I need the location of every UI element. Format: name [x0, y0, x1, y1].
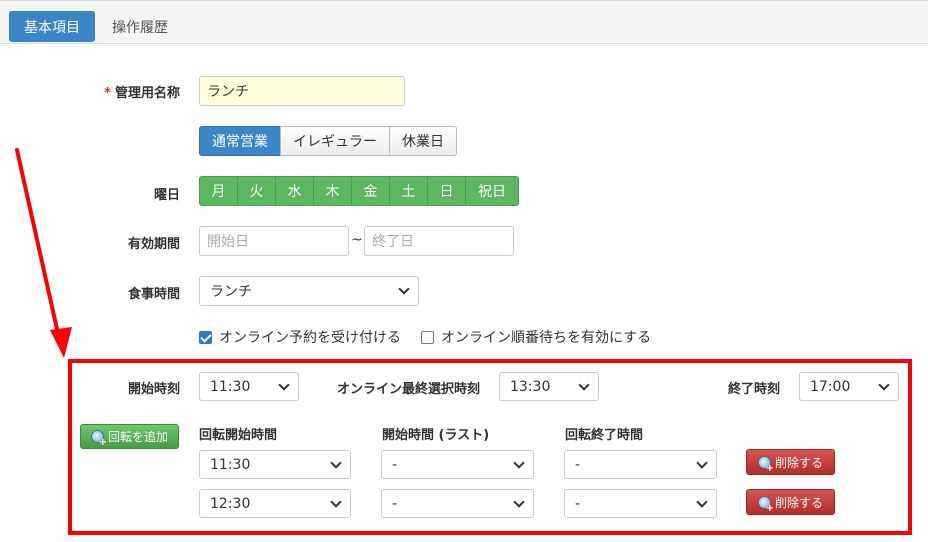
col-rotation-end: 回転終了時間: [565, 428, 644, 443]
rotation-start-value: 12:30: [210, 495, 251, 512]
start-time-value: 11:30: [210, 378, 251, 395]
chevron-down-icon: [330, 495, 342, 508]
rotation-start-value: 11:30: [210, 456, 251, 473]
online-last-value: 13:30: [510, 378, 551, 395]
delete-rotation-button[interactable]: 削除する: [746, 449, 835, 475]
rotation-last-value: -: [392, 456, 398, 473]
rotation-last-select[interactable]: -: [381, 489, 534, 518]
online-last-select[interactable]: 13:30: [499, 372, 599, 401]
rotation-last-select[interactable]: -: [381, 450, 534, 479]
delete-icon: [757, 495, 774, 514]
start-time-select[interactable]: 11:30: [199, 372, 299, 401]
delete-icon: [757, 455, 774, 474]
chevron-down-icon: [513, 495, 525, 508]
start-time-label: 開始時刻: [127, 382, 180, 397]
chevron-down-icon: [513, 456, 525, 469]
delete-rotation-button[interactable]: 削除する: [746, 489, 835, 515]
add-rotation-label: 回転を追加: [107, 430, 168, 444]
add-rotation-button[interactable]: 回転を追加: [80, 424, 179, 449]
chevron-down-icon: [878, 378, 890, 391]
rotation-start-select[interactable]: 12:30: [199, 489, 351, 518]
end-time-select[interactable]: 17:00: [799, 372, 899, 401]
rotation-end-select[interactable]: -: [564, 450, 717, 479]
chevron-down-icon: [696, 456, 708, 469]
end-time-value: 17:00: [810, 378, 851, 395]
online-last-label: オンライン最終選択時刻: [336, 382, 480, 397]
delete-label: 削除する: [774, 455, 823, 470]
chevron-down-icon: [330, 456, 342, 469]
rotation-end-value: -: [575, 495, 581, 512]
rotation-end-value: -: [575, 456, 581, 473]
end-time-label: 終了時刻: [727, 382, 780, 397]
col-start-last: 開始時間 (ラスト): [382, 428, 490, 443]
chevron-down-icon: [696, 495, 708, 508]
rotation-end-select[interactable]: -: [564, 489, 717, 518]
chevron-down-icon: [578, 378, 590, 391]
chevron-down-icon: [278, 378, 290, 391]
add-icon: [90, 430, 107, 448]
rotation-start-select[interactable]: 11:30: [199, 450, 351, 479]
rotation-last-value: -: [392, 495, 398, 512]
col-rotation-start: 回転開始時間: [199, 428, 278, 443]
delete-label: 削除する: [774, 495, 823, 510]
